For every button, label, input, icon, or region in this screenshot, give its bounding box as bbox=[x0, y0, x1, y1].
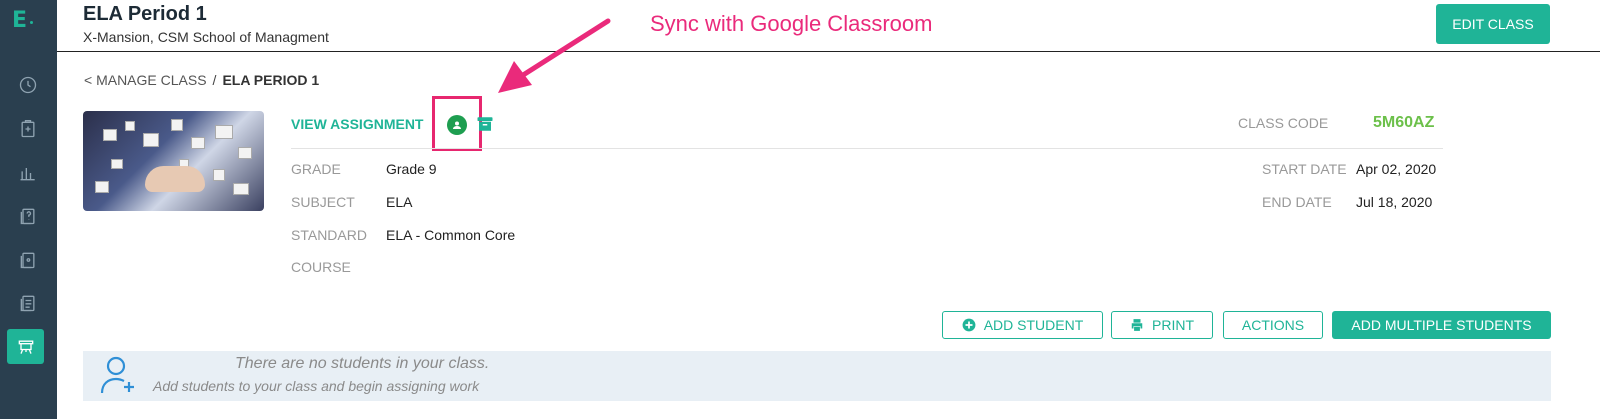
add-multiple-students-button[interactable]: ADD MULTIPLE STUDENTS bbox=[1332, 311, 1551, 339]
actions-button[interactable]: ACTIONS bbox=[1223, 311, 1323, 339]
documents-icon[interactable] bbox=[16, 291, 40, 315]
page-title: ELA Period 1 bbox=[83, 3, 207, 25]
empty-state-title: There are no students in your class. bbox=[235, 355, 490, 372]
edit-class-button[interactable]: EDIT CLASS bbox=[1436, 4, 1550, 44]
standard-value: ELA - Common Core bbox=[386, 227, 516, 243]
annotation-arrow-icon bbox=[498, 18, 611, 93]
start-date-label: START DATE bbox=[1262, 161, 1347, 177]
breadcrumb-manage-class-link[interactable]: < MANAGE CLASS bbox=[84, 72, 207, 88]
subject-value: ELA bbox=[386, 194, 413, 210]
end-date-value: Jul 18, 2020 bbox=[1356, 194, 1433, 210]
grade-value: Grade 9 bbox=[386, 161, 437, 177]
content-icon[interactable] bbox=[16, 248, 40, 272]
class-code-label: CLASS CODE bbox=[1238, 115, 1329, 131]
divider bbox=[291, 148, 1443, 149]
sidebar: E bbox=[0, 0, 57, 419]
print-icon bbox=[1131, 319, 1143, 331]
standard-label: STANDARD bbox=[291, 227, 367, 243]
question-bank-icon[interactable] bbox=[16, 204, 40, 228]
subject-label: SUBJECT bbox=[291, 194, 355, 210]
breadcrumb-separator: / bbox=[212, 72, 217, 88]
end-date-label: END DATE bbox=[1262, 194, 1332, 210]
view-assignment-link[interactable]: VIEW ASSIGNMENT bbox=[291, 116, 424, 132]
course-label: COURSE bbox=[291, 259, 351, 275]
school-name: X-Mansion, CSM School of Managment bbox=[83, 29, 329, 45]
reports-icon[interactable] bbox=[16, 161, 40, 185]
print-button[interactable]: PRINT bbox=[1111, 311, 1213, 339]
empty-students-panel: There are no students in your class. Add… bbox=[83, 351, 1551, 401]
add-user-icon bbox=[99, 355, 137, 395]
archive-icon[interactable] bbox=[476, 115, 494, 133]
actions-label: ACTIONS bbox=[1241, 317, 1305, 333]
grade-label: GRADE bbox=[291, 161, 341, 177]
add-student-button[interactable]: ADD STUDENT bbox=[942, 311, 1103, 339]
empty-state-subtitle: Add students to your class and begin ass… bbox=[153, 378, 480, 394]
breadcrumb: < MANAGE CLASS / ELA PERIOD 1 bbox=[84, 72, 319, 88]
app-logo[interactable]: E bbox=[12, 8, 33, 33]
start-date-value: Apr 02, 2020 bbox=[1356, 161, 1437, 177]
google-classroom-sync-icon[interactable] bbox=[447, 115, 467, 135]
classroom-icon[interactable] bbox=[7, 329, 44, 364]
dashboard-icon[interactable] bbox=[16, 73, 40, 97]
class-image bbox=[83, 111, 264, 211]
class-code-value: 5M60AZ bbox=[1373, 114, 1435, 131]
assignments-icon[interactable] bbox=[16, 117, 40, 141]
breadcrumb-current: ELA PERIOD 1 bbox=[222, 72, 320, 88]
plus-circle-icon bbox=[962, 318, 976, 332]
annotation-text: Sync with Google Classroom bbox=[650, 11, 933, 36]
print-label: PRINT bbox=[1152, 317, 1194, 333]
add-student-label: ADD STUDENT bbox=[983, 317, 1084, 333]
